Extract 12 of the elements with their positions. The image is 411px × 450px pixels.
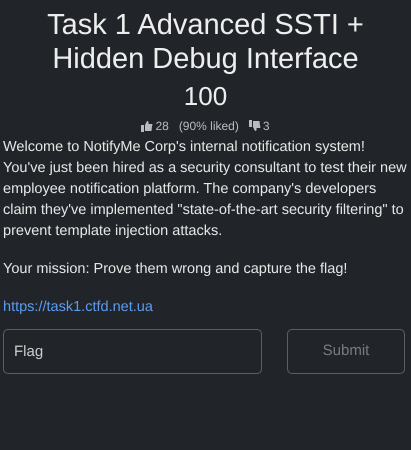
liked-share: (90% liked) [178, 118, 239, 135]
dislike-count: 3 [262, 118, 270, 135]
challenge-title: Task 1 Advanced SSTI + Hidden Debug Interface [46, 8, 365, 76]
description-paragraph: Welcome to NotifyMe Corp's internal notification system! You've just been hired as a security consultant to test their new employee notification platform. The company's developers claim they've implemented "state-of-the-art security filtering" to prevent template injection attacks. [3, 138, 408, 241]
challenge-link[interactable]: https://task1.ctfd.net.ua [3, 297, 153, 319]
challenge-points: 100 [182, 81, 228, 111]
thumbs-down-icon[interactable] [248, 120, 261, 132]
submit-button[interactable]: Submit [287, 328, 405, 374]
thumbs-up-icon[interactable] [141, 120, 154, 132]
flag-input-field[interactable]: Flag [3, 328, 262, 374]
like-count: 28 [155, 118, 169, 135]
description-paragraph: Your mission: Prove them wrong and capture the flag! [3, 260, 348, 279]
